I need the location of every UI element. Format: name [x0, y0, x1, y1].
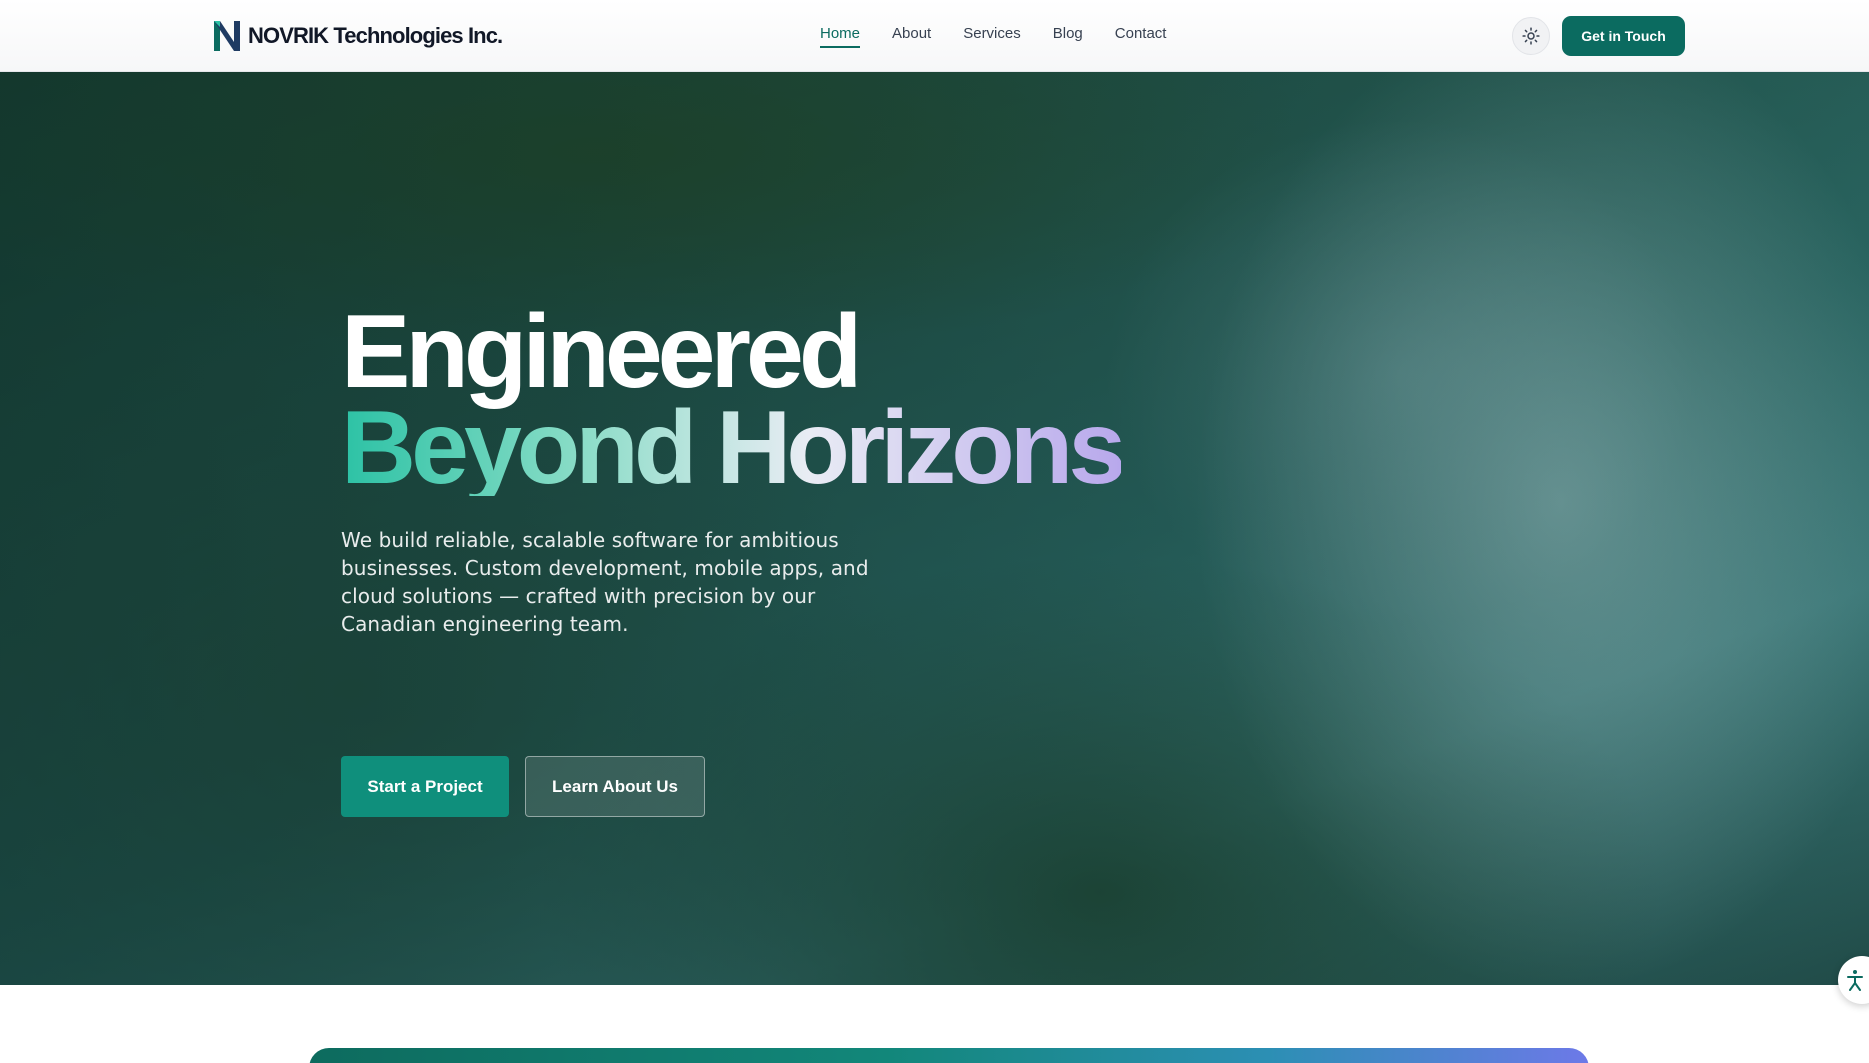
main-nav: Home About Services Blog Contact — [820, 25, 1166, 48]
nav-item-home[interactable]: Home — [820, 25, 861, 48]
n-monogram-logo-icon — [214, 21, 240, 51]
hero-actions: Start a Project Learn About Us — [341, 756, 705, 817]
theme-toggle-button[interactable] — [1512, 17, 1550, 55]
hero-description: We build reliable, scalable software for… — [341, 528, 869, 636]
section-gradient-band — [309, 1048, 1589, 1063]
brand-logo[interactable]: NOVRIK Technologies Inc. — [212, 17, 503, 55]
nav-item-about[interactable]: About — [892, 25, 931, 48]
learn-about-us-button[interactable]: Learn About Us — [525, 756, 705, 817]
accessibility-icon — [1847, 970, 1863, 991]
hero-title-line2: Beyond Horizons — [341, 390, 1126, 506]
hero-content: Engineered Beyond Horizons We build reli… — [341, 294, 1241, 817]
start-project-button[interactable]: Start a Project — [341, 756, 509, 817]
hero-section: Engineered Beyond Horizons We build reli… — [0, 72, 1869, 985]
get-in-touch-button[interactable]: Get in Touch — [1562, 16, 1685, 56]
site-header: NOVRIK Technologies Inc. Home About Serv… — [0, 0, 1869, 72]
brand-name: NOVRIK Technologies Inc. — [248, 23, 503, 48]
nav-item-services[interactable]: Services — [963, 25, 1021, 48]
hero-title: Engineered Beyond Horizons — [341, 294, 1241, 506]
sun-icon — [1522, 27, 1540, 45]
hero-title-line1: Engineered — [341, 294, 862, 410]
nav-item-contact[interactable]: Contact — [1115, 25, 1167, 48]
nav-item-blog[interactable]: Blog — [1053, 25, 1083, 48]
